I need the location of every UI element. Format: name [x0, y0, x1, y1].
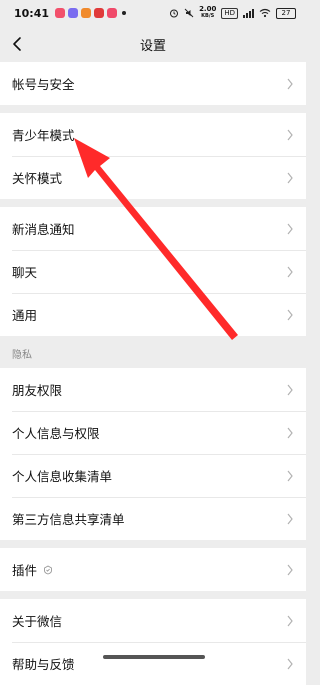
- plugin-badge-icon: [44, 564, 52, 574]
- settings-group-modes: 青少年模式 关怀模式: [0, 113, 306, 199]
- back-arrow-icon[interactable]: [8, 34, 28, 54]
- settings-item-label: 第三方信息共享清单: [12, 512, 125, 527]
- alarm-icon: [170, 9, 179, 18]
- navigation-bar: 设置: [0, 26, 306, 62]
- settings-item-friend-permissions[interactable]: 朋友权限: [0, 368, 306, 411]
- settings-group-general: 新消息通知 聊天 通用: [0, 207, 306, 336]
- network-speed: 2.00 KB/S: [199, 6, 216, 20]
- settings-item-about-wechat[interactable]: 关于微信: [0, 599, 306, 642]
- hd-badge: HD: [221, 7, 238, 19]
- app-notification-icon: [81, 8, 92, 18]
- more-notifications-dot: [122, 11, 127, 15]
- chevron-right-icon: [287, 309, 293, 320]
- settings-item-label: 通用: [12, 308, 38, 323]
- settings-item-label: 朋友权限: [12, 383, 63, 398]
- settings-item-label: 关怀模式: [12, 171, 63, 186]
- chevron-right-icon: [287, 384, 293, 395]
- settings-item-label: 聊天: [12, 265, 38, 280]
- app-notification-icon: [55, 8, 66, 18]
- settings-item-plugins[interactable]: 插件: [0, 548, 306, 591]
- chevron-right-icon: [287, 615, 293, 626]
- chevron-right-icon: [287, 266, 293, 277]
- chevron-right-icon: [287, 470, 293, 481]
- settings-item-label: 关于微信: [12, 614, 63, 629]
- settings-item-label: 个人信息收集清单: [12, 469, 113, 484]
- network-speed-unit: KB/S: [201, 13, 215, 19]
- settings-group-plugins: 插件: [0, 548, 306, 591]
- chevron-right-icon: [287, 78, 293, 89]
- settings-group-about: 关于微信 帮助与反馈: [0, 599, 306, 685]
- settings-item-care-mode[interactable]: 关怀模式: [0, 156, 306, 199]
- page-title: 设置: [139, 38, 166, 54]
- settings-item-label: 插件: [12, 563, 38, 578]
- settings-group-privacy: 朋友权限 个人信息与权限 个人信息收集清单 第三方信息共享清单: [0, 368, 306, 540]
- mute-icon: [184, 8, 194, 18]
- settings-item-account-security[interactable]: 帐号与安全: [0, 62, 306, 105]
- chevron-right-icon: [287, 129, 293, 140]
- signal-icon: [243, 8, 254, 18]
- chevron-right-icon: [287, 223, 293, 234]
- wifi-icon: [259, 8, 271, 18]
- app-notification-icon: [68, 8, 79, 18]
- notification-app-icons: [55, 8, 118, 18]
- settings-item-chat[interactable]: 聊天: [0, 250, 306, 293]
- settings-item-label: 帐号与安全: [12, 77, 75, 92]
- network-speed-value: 2.00: [199, 5, 217, 13]
- home-indicator[interactable]: [103, 655, 205, 659]
- chevron-right-icon: [287, 172, 293, 183]
- app-notification-icon: [94, 8, 105, 18]
- chevron-right-icon: [287, 564, 293, 575]
- status-bar: 10:41 2.00 KB/S HD 27: [0, 0, 306, 26]
- settings-item-label: 新消息通知: [12, 222, 75, 237]
- settings-item-personal-info-collection[interactable]: 个人信息收集清单: [0, 454, 306, 497]
- settings-item-label: 个人信息与权限: [12, 426, 100, 441]
- settings-item-youth-mode[interactable]: 青少年模式: [0, 113, 306, 156]
- settings-item-general[interactable]: 通用: [0, 293, 306, 336]
- status-time: 10:41: [14, 6, 50, 20]
- chevron-right-icon: [287, 427, 293, 438]
- settings-item-personal-info-permissions[interactable]: 个人信息与权限: [0, 411, 306, 454]
- section-header-privacy: 隐私: [0, 336, 306, 368]
- settings-item-third-party-sharing[interactable]: 第三方信息共享清单: [0, 497, 306, 540]
- settings-item-notifications[interactable]: 新消息通知: [0, 207, 306, 250]
- status-right: 2.00 KB/S HD 27: [169, 6, 296, 20]
- app-notification-icon: [107, 8, 118, 18]
- settings-group-account: 帐号与安全: [0, 62, 306, 105]
- battery-indicator: 27: [276, 7, 296, 19]
- settings-item-label: 青少年模式: [12, 128, 75, 143]
- chevron-right-icon: [287, 513, 293, 524]
